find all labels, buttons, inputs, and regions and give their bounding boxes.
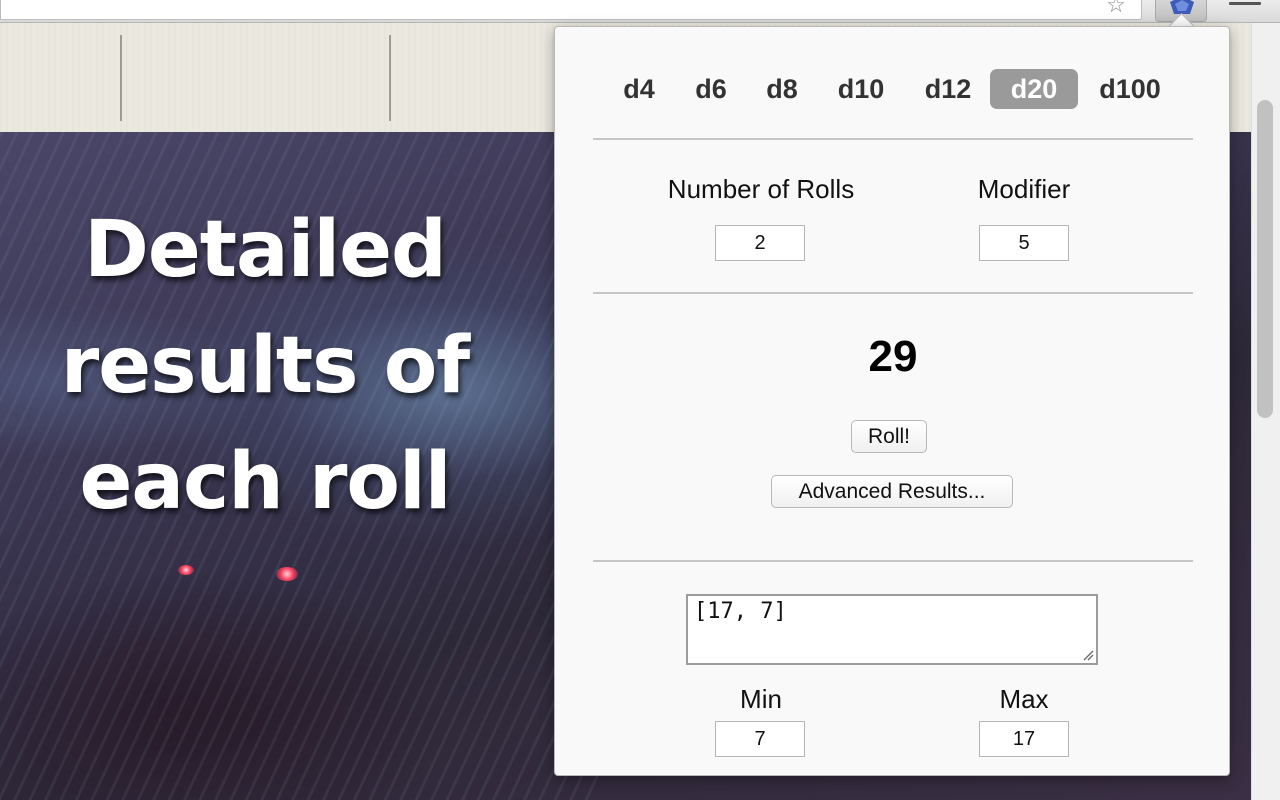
bookmark-star-icon[interactable]: ☆ bbox=[1103, 0, 1129, 16]
divider bbox=[593, 292, 1193, 294]
die-d12-button[interactable]: d12 bbox=[917, 69, 979, 109]
hero-title: Detailed results of each roll bbox=[60, 205, 470, 527]
die-d6-button[interactable]: d6 bbox=[689, 69, 733, 109]
address-bar[interactable] bbox=[0, 0, 1142, 20]
min-input[interactable]: 7 bbox=[715, 721, 805, 757]
max-label: Max bbox=[999, 684, 1049, 714]
modifier-label: Modifier bbox=[977, 174, 1071, 204]
browser-toolbar: ☆ bbox=[0, 0, 1280, 23]
roll-results-text: [17, 7] bbox=[694, 599, 787, 624]
die-d100-button[interactable]: d100 bbox=[1092, 69, 1168, 109]
number-of-rolls-input[interactable]: 2 bbox=[715, 225, 805, 261]
max-input[interactable]: 17 bbox=[979, 721, 1069, 757]
creature-eye bbox=[276, 567, 298, 581]
die-d8-button[interactable]: d8 bbox=[760, 69, 804, 109]
dice-selector: d4 d6 d8 d10 d12 d20 d100 bbox=[555, 69, 1231, 109]
die-d10-button[interactable]: d10 bbox=[831, 69, 891, 109]
divider bbox=[593, 138, 1193, 140]
number-of-rolls-label: Number of Rolls bbox=[667, 174, 855, 204]
chrome-menu-icon[interactable] bbox=[1229, 2, 1261, 12]
advanced-results-button[interactable]: Advanced Results... bbox=[771, 475, 1013, 508]
header-divider bbox=[389, 35, 391, 121]
min-label: Min bbox=[740, 684, 782, 714]
die-d4-button[interactable]: d4 bbox=[617, 69, 661, 109]
die-d20-button[interactable]: d20 bbox=[990, 69, 1078, 109]
creature-eye bbox=[178, 565, 194, 575]
scrollbar-thumb[interactable] bbox=[1257, 100, 1273, 418]
divider bbox=[593, 560, 1193, 562]
roll-results-textarea[interactable]: [17, 7] bbox=[686, 594, 1098, 665]
resize-grip-icon[interactable] bbox=[1082, 649, 1094, 661]
header-divider bbox=[120, 35, 122, 121]
modifier-input[interactable]: 5 bbox=[979, 225, 1069, 261]
dice-roller-popup: d4 d6 d8 d10 d12 d20 d100 Number of Roll… bbox=[554, 26, 1230, 776]
roll-button[interactable]: Roll! bbox=[851, 420, 927, 453]
roll-total: 29 bbox=[868, 332, 918, 381]
